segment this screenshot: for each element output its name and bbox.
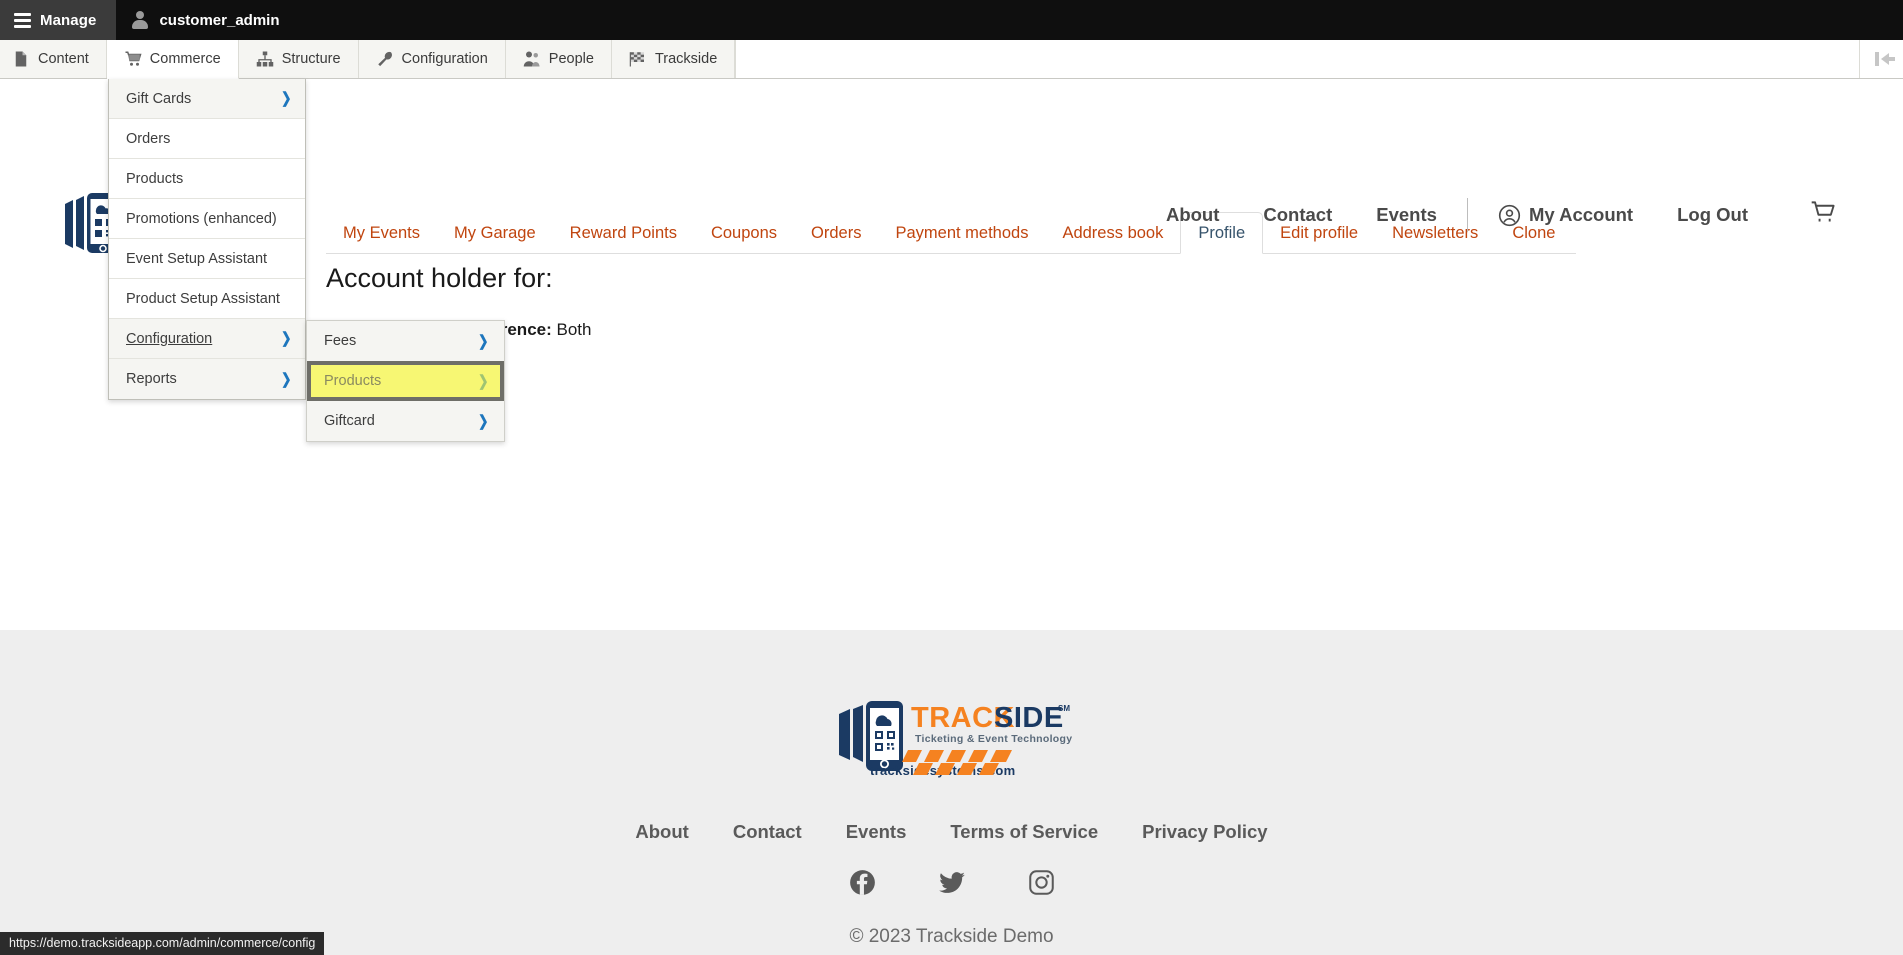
collapse-left-icon <box>1874 52 1895 66</box>
shopping-cart-icon <box>1811 201 1835 222</box>
menubar-item-content[interactable]: Content <box>0 40 107 78</box>
config-submenu-label-products: Products <box>324 373 382 389</box>
chevron-right-icon: ❯ <box>478 332 489 350</box>
tab-payment-methods[interactable]: Payment methods <box>878 224 1045 254</box>
footer-social-links <box>0 869 1903 902</box>
menubar-spacer <box>735 40 1859 78</box>
commerce-menu-label-configuration: Configuration <box>126 330 213 347</box>
commerce-menu-item-reports[interactable]: Reports ❯ <box>109 359 305 399</box>
page-icon <box>15 51 27 67</box>
facebook-link[interactable] <box>849 869 876 902</box>
commerce-menu-label-orders: Orders <box>126 130 171 147</box>
menubar-item-structure[interactable]: Structure <box>238 40 359 78</box>
menubar-label-people: People <box>548 51 594 67</box>
menubar-label-content: Content <box>38 51 89 67</box>
footer-link-about[interactable]: About <box>613 821 710 843</box>
hamburger-icon <box>14 12 31 28</box>
menubar-item-trackside[interactable]: Trackside <box>611 40 736 78</box>
svg-text:SIDE: SIDE <box>994 702 1064 734</box>
chevron-right-icon: ❯ <box>281 90 292 107</box>
person-icon <box>132 11 149 29</box>
commerce-menu-item-event-setup-assistant[interactable]: Event Setup Assistant <box>109 239 305 279</box>
instagram-icon <box>1028 870 1054 895</box>
svg-text:Ticketing & Event Technology: Ticketing & Event Technology <box>915 733 1072 745</box>
menubar-label-commerce: Commerce <box>149 51 221 67</box>
logout-link[interactable]: Log Out <box>1655 204 1770 226</box>
footer-link-events[interactable]: Events <box>824 821 929 843</box>
status-bar-url: https://demo.tracksideapp.com/admin/comm… <box>0 932 325 955</box>
site-nav-about[interactable]: About <box>1144 204 1241 226</box>
tab-coupons[interactable]: Coupons <box>694 224 794 254</box>
commerce-menu-label-promotions: Promotions (enhanced) <box>126 210 277 227</box>
commerce-menu-label-products: Products <box>126 170 184 187</box>
tab-my-events[interactable]: My Events <box>326 224 437 254</box>
chevron-right-icon: ❯ <box>281 370 292 388</box>
footer-link-contact[interactable]: Contact <box>711 821 824 843</box>
tab-my-garage[interactable]: My Garage <box>437 224 553 254</box>
site-footer: TRACK SIDE SM Ticketing & Event Technolo… <box>0 630 1903 955</box>
twitter-link[interactable] <box>938 869 966 902</box>
commerce-menu-item-promotions[interactable]: Promotions (enhanced) <box>109 199 305 239</box>
admin-menubar: Content Commerce Structure Configuration <box>0 40 1903 79</box>
cart-icon <box>125 51 142 66</box>
config-submenu-label-giftcard: Giftcard <box>324 413 375 429</box>
trackside-logo-icon: TRACK SIDE SM Ticketing & Event Technolo… <box>838 701 1072 778</box>
sitemap-icon <box>256 51 273 67</box>
chevron-right-icon: ❯ <box>478 372 489 390</box>
chevron-right-icon: ❯ <box>281 330 292 347</box>
instagram-link[interactable] <box>1028 869 1055 902</box>
site-nav-contact[interactable]: Contact <box>1241 204 1354 226</box>
config-submenu-label-fees: Fees <box>324 333 357 349</box>
admin-user-menu[interactable]: customer_admin <box>116 0 299 40</box>
commerce-dropdown-menu: Gift Cards ❯ Orders Products Promotions … <box>108 79 306 400</box>
commerce-menu-label-gift-cards: Gift Cards <box>126 90 192 107</box>
menubar-label-configuration: Configuration <box>401 51 488 67</box>
chevron-right-icon: ❯ <box>478 412 489 430</box>
admin-toolbar: Manage customer_admin <box>0 0 1903 40</box>
commerce-menu-item-product-setup-assistant[interactable]: Product Setup Assistant <box>109 279 305 319</box>
config-submenu-item-fees[interactable]: Fees ❯ <box>307 321 504 361</box>
user-circle-icon <box>1498 204 1521 226</box>
configuration-submenu: Fees ❯ Products ❯ Giftcard ❯ <box>306 320 505 442</box>
manage-button[interactable]: Manage <box>0 0 117 40</box>
footer-link-terms[interactable]: Terms of Service <box>928 821 1120 843</box>
my-account-link[interactable]: My Account <box>1476 204 1655 227</box>
menubar-label-structure: Structure <box>281 51 341 67</box>
cart-link[interactable] <box>1788 199 1859 231</box>
footer-links: About Contact Events Terms of Service Pr… <box>0 821 1903 843</box>
menubar-collapse-button[interactable] <box>1859 40 1903 78</box>
site-nav: About Contact Events My Account Log Out <box>1144 160 1859 270</box>
twitter-icon <box>938 872 965 893</box>
commerce-menu-label-event-setup-assistant: Event Setup Assistant <box>126 250 268 267</box>
admin-username: customer_admin <box>159 11 280 29</box>
svg-text:SM: SM <box>1058 704 1070 713</box>
config-submenu-item-products[interactable]: Products ❯ <box>307 361 504 401</box>
commerce-menu-item-orders[interactable]: Orders <box>109 119 305 159</box>
menubar-item-commerce[interactable]: Commerce <box>106 40 239 79</box>
checkered-flag-icon <box>629 52 644 67</box>
nav-divider <box>1466 198 1468 232</box>
footer-link-privacy[interactable]: Privacy Policy <box>1120 821 1289 843</box>
tab-orders[interactable]: Orders <box>794 224 878 254</box>
manage-label: Manage <box>40 11 97 29</box>
menubar-label-trackside: Trackside <box>654 51 718 67</box>
commerce-menu-item-configuration[interactable]: Configuration ❯ <box>109 319 305 359</box>
footer-logo: TRACK SIDE SM Ticketing & Event Technolo… <box>830 692 1074 783</box>
facebook-icon <box>849 870 875 895</box>
commerce-menu-item-products[interactable]: Products <box>109 159 305 199</box>
commerce-menu-label-product-setup-assistant: Product Setup Assistant <box>126 290 280 307</box>
people-icon <box>523 51 540 67</box>
tab-reward-points[interactable]: Reward Points <box>553 224 694 254</box>
config-submenu-item-giftcard[interactable]: Giftcard ❯ <box>307 401 504 441</box>
commerce-menu-item-gift-cards[interactable]: Gift Cards ❯ <box>109 79 305 119</box>
menubar-item-configuration[interactable]: Configuration <box>358 40 506 78</box>
wrench-icon <box>377 51 392 67</box>
communication-preference-value: Both <box>556 320 592 340</box>
menubar-item-people[interactable]: People <box>505 40 612 78</box>
site-nav-events[interactable]: Events <box>1354 204 1459 226</box>
my-account-label: My Account <box>1528 204 1634 225</box>
commerce-menu-label-reports: Reports <box>126 371 177 387</box>
